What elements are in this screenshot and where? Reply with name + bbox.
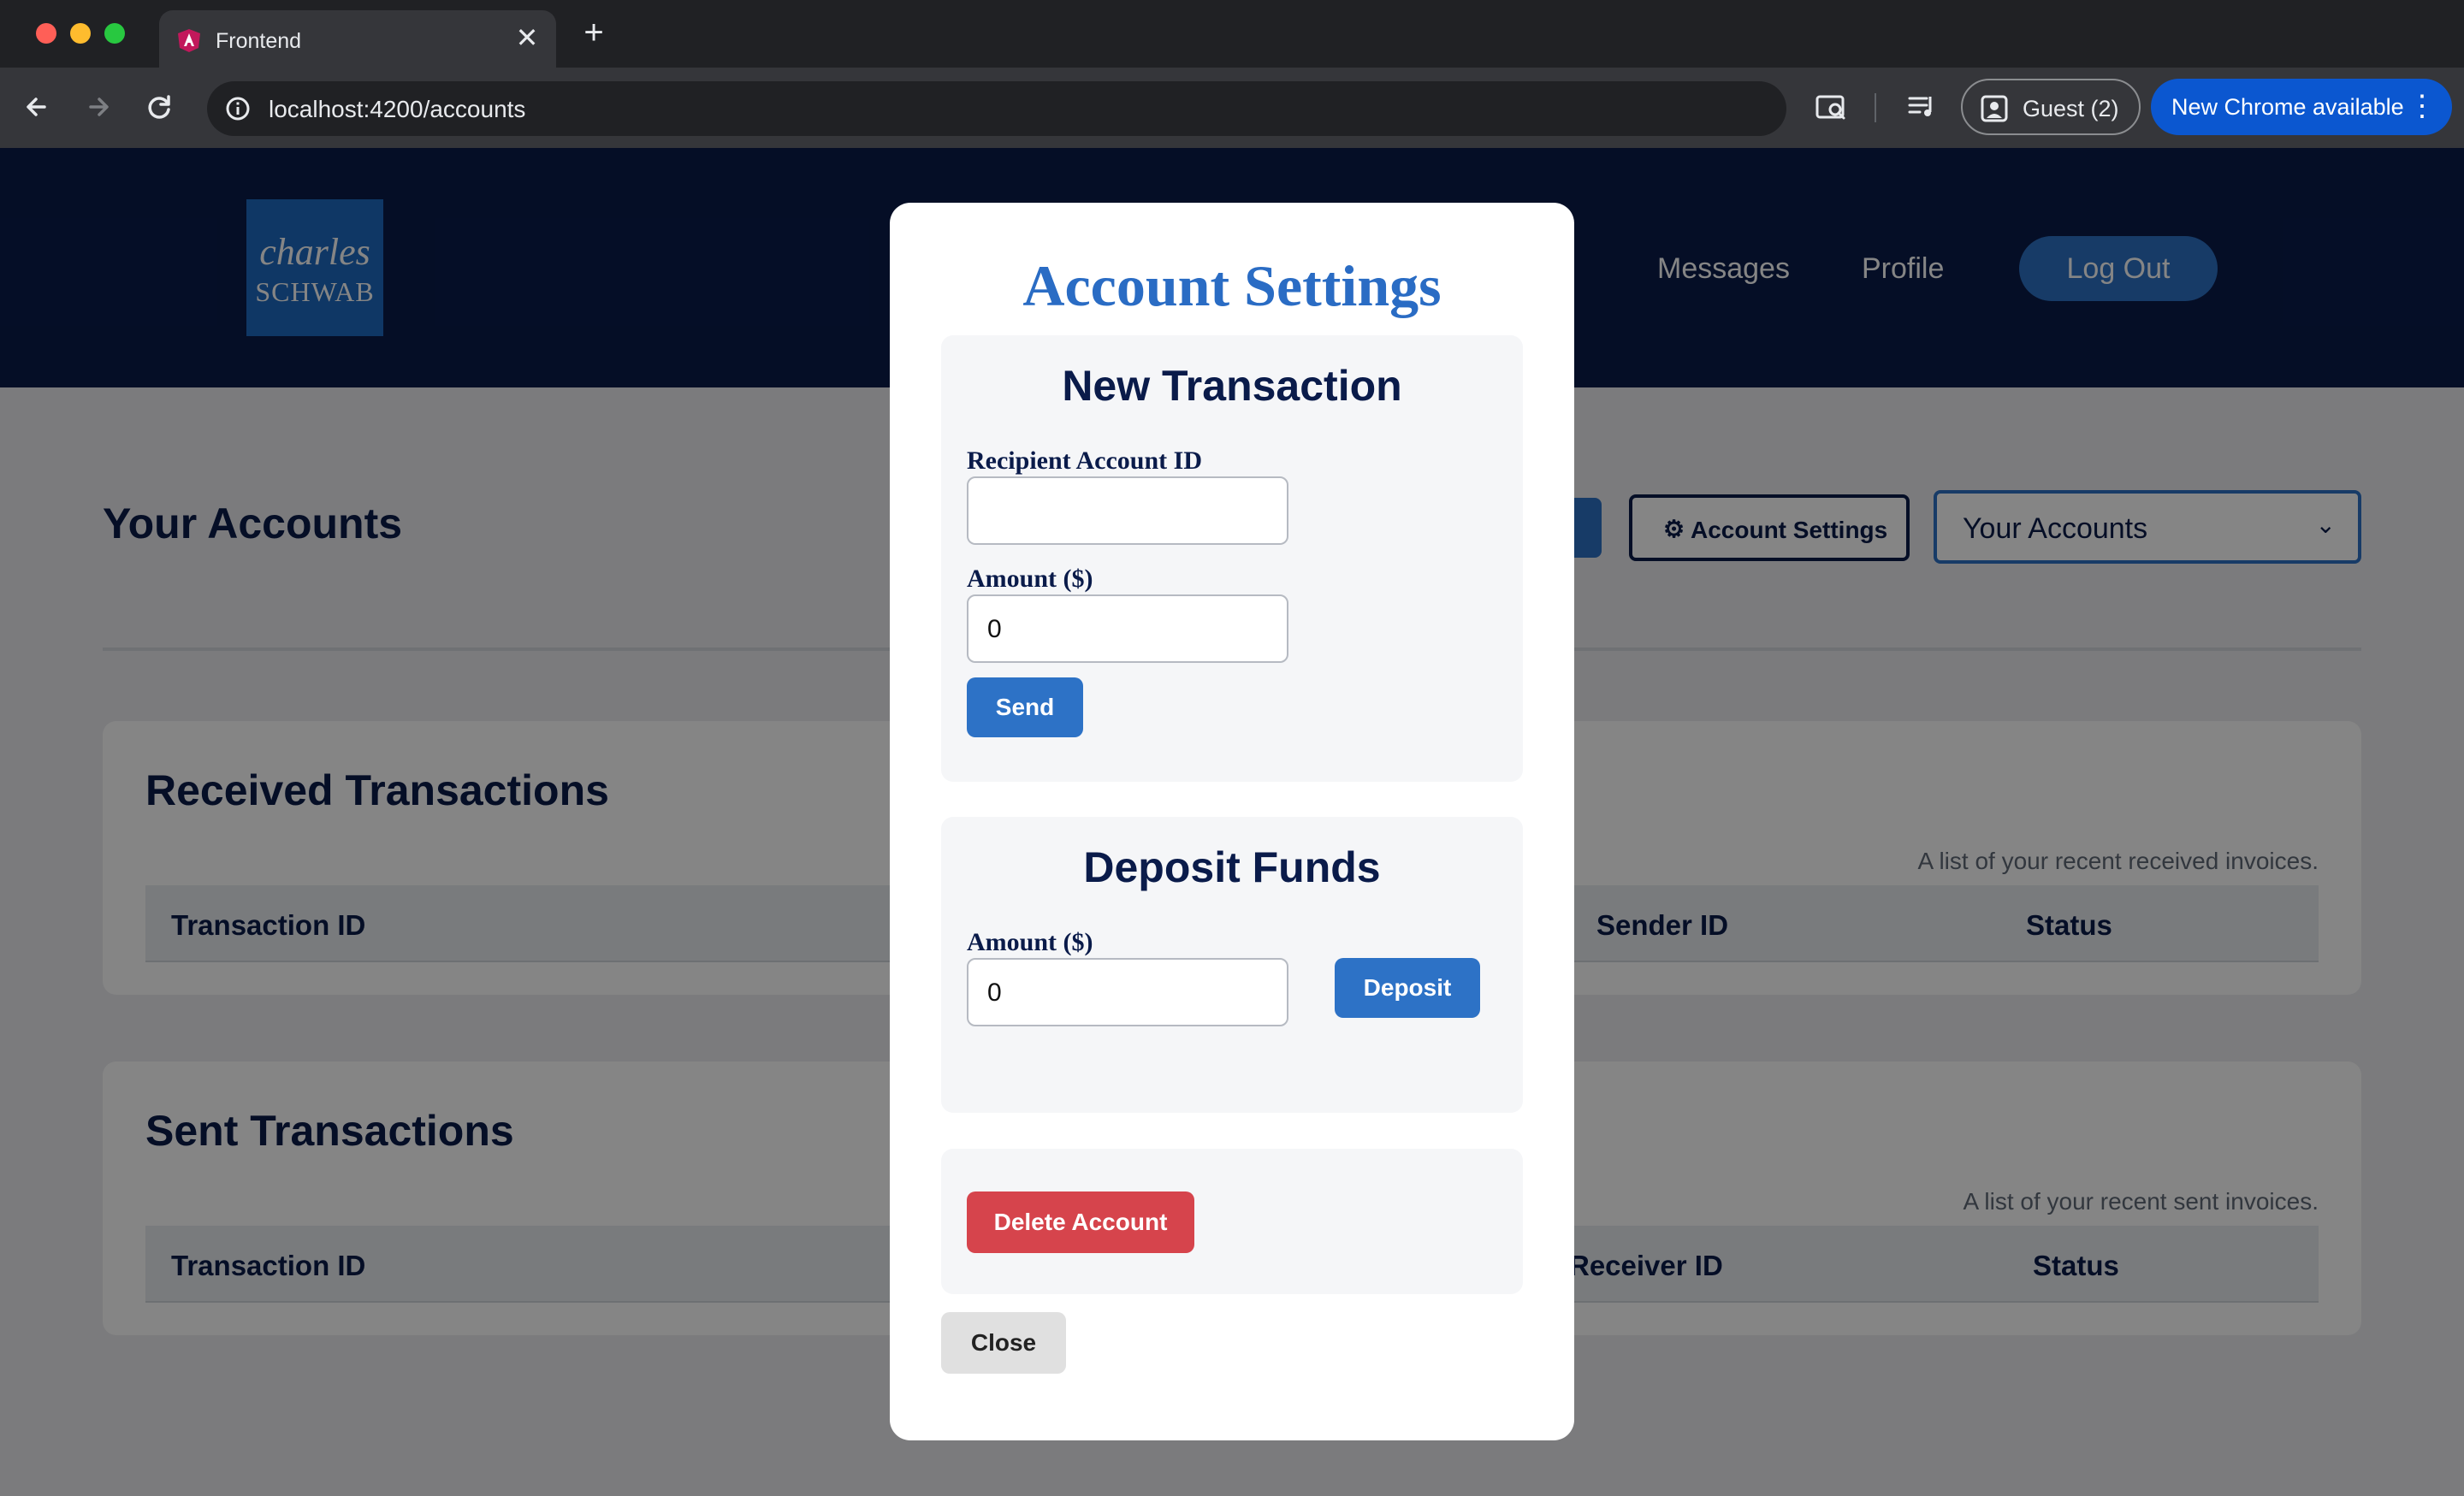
deposit-funds-panel: Deposit Funds Amount ($) 0 Deposit: [941, 817, 1523, 1113]
profile-chip[interactable]: Guest (2): [1961, 79, 2141, 135]
new-transaction-heading: New Transaction: [1062, 362, 1402, 410]
search-tabs-icon[interactable]: [1812, 88, 1850, 126]
new-transaction-panel: New Transaction Recipient Account ID Amo…: [941, 335, 1523, 782]
more-menu-icon[interactable]: ⋮: [2408, 89, 2437, 123]
window-close-icon[interactable]: [36, 23, 56, 44]
url-text: localhost:4200/accounts: [269, 96, 526, 122]
media-control-icon[interactable]: [1903, 88, 1940, 126]
browser-tab-bar: Frontend ✕ +: [0, 0, 2464, 68]
window-zoom-icon[interactable]: [104, 23, 125, 44]
modal-title: Account Settings: [1022, 253, 1442, 318]
back-arrow-icon[interactable]: [17, 86, 58, 127]
address-bar[interactable]: localhost:4200/accounts: [207, 81, 1786, 136]
person-icon: [1981, 95, 2008, 122]
deposit-amount-input[interactable]: 0: [967, 958, 1288, 1026]
new-tab-button[interactable]: +: [575, 14, 613, 51]
chrome-update-button[interactable]: New Chrome available ⋮: [2151, 79, 2452, 135]
update-label: New Chrome available: [2171, 94, 2404, 120]
tab-title: Frontend: [216, 29, 302, 53]
amount-label: Amount ($): [967, 565, 1093, 593]
account-settings-modal: Account Settings New Transaction Recipie…: [890, 203, 1574, 1440]
deposit-amount-label: Amount ($): [967, 928, 1093, 956]
forward-arrow-icon[interactable]: [77, 86, 118, 127]
send-button[interactable]: Send: [967, 677, 1083, 737]
deposit-heading: Deposit Funds: [1083, 843, 1381, 891]
delete-account-button[interactable]: Delete Account: [967, 1191, 1194, 1253]
tab-close-icon[interactable]: ✕: [512, 22, 542, 53]
close-modal-button[interactable]: Close: [941, 1312, 1066, 1374]
delete-account-panel: Delete Account: [941, 1149, 1523, 1294]
recipient-account-input[interactable]: [967, 476, 1288, 545]
toolbar-separator: [1875, 93, 1876, 122]
transaction-amount-input[interactable]: 0: [967, 594, 1288, 663]
angular-favicon-icon: [178, 29, 200, 52]
site-info-icon[interactable]: [221, 92, 255, 126]
browser-tab[interactable]: Frontend ✕: [159, 10, 556, 68]
profile-label: Guest (2): [2023, 96, 2119, 121]
deposit-amount-value: 0: [987, 979, 1002, 1007]
reload-icon[interactable]: [139, 86, 180, 127]
transaction-amount-value: 0: [987, 615, 1002, 643]
window-minimize-icon[interactable]: [70, 23, 91, 44]
deposit-button[interactable]: Deposit: [1335, 958, 1480, 1018]
recipient-label: Recipient Account ID: [967, 446, 1202, 475]
